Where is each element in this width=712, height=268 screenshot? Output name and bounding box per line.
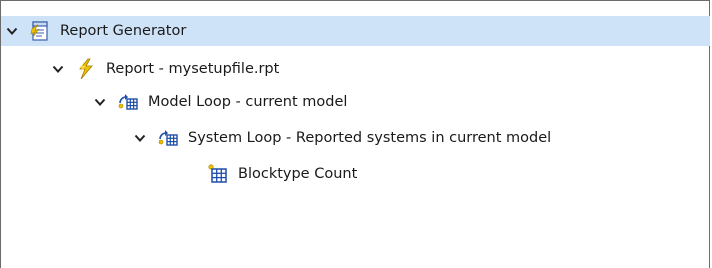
chevron-down-icon[interactable] [5, 24, 19, 38]
table-grid-icon [207, 163, 229, 185]
tree-node-label: System Loop - Reported systems in curren… [188, 130, 552, 146]
tree-node-report[interactable]: Report - mysetupfile.rpt [51, 54, 279, 84]
tree-node-model-loop[interactable]: Model Loop - current model [93, 87, 347, 117]
chevron-down-icon[interactable] [51, 62, 65, 76]
report-lightning-icon [75, 58, 97, 80]
loop-grid-icon [157, 127, 179, 149]
tree-node-label: Model Loop - current model [148, 94, 348, 110]
loop-grid-icon [117, 91, 139, 113]
tree-node-label: Report Generator [60, 23, 187, 39]
tree-node-report-generator[interactable]: Report Generator [1, 16, 710, 46]
tree-node-label: Blocktype Count [238, 166, 358, 182]
chevron-down-icon[interactable] [93, 95, 107, 109]
chevron-down-icon[interactable] [133, 131, 147, 145]
report-explorer-tree: Report Generator Report - mysetupfile.rp… [0, 0, 710, 268]
report-generator-icon [29, 20, 51, 42]
tree-node-blocktype-count[interactable]: Blocktype Count [207, 159, 357, 189]
tree-node-system-loop[interactable]: System Loop - Reported systems in curren… [133, 123, 551, 153]
tree-node-label: Report - mysetupfile.rpt [106, 61, 280, 77]
